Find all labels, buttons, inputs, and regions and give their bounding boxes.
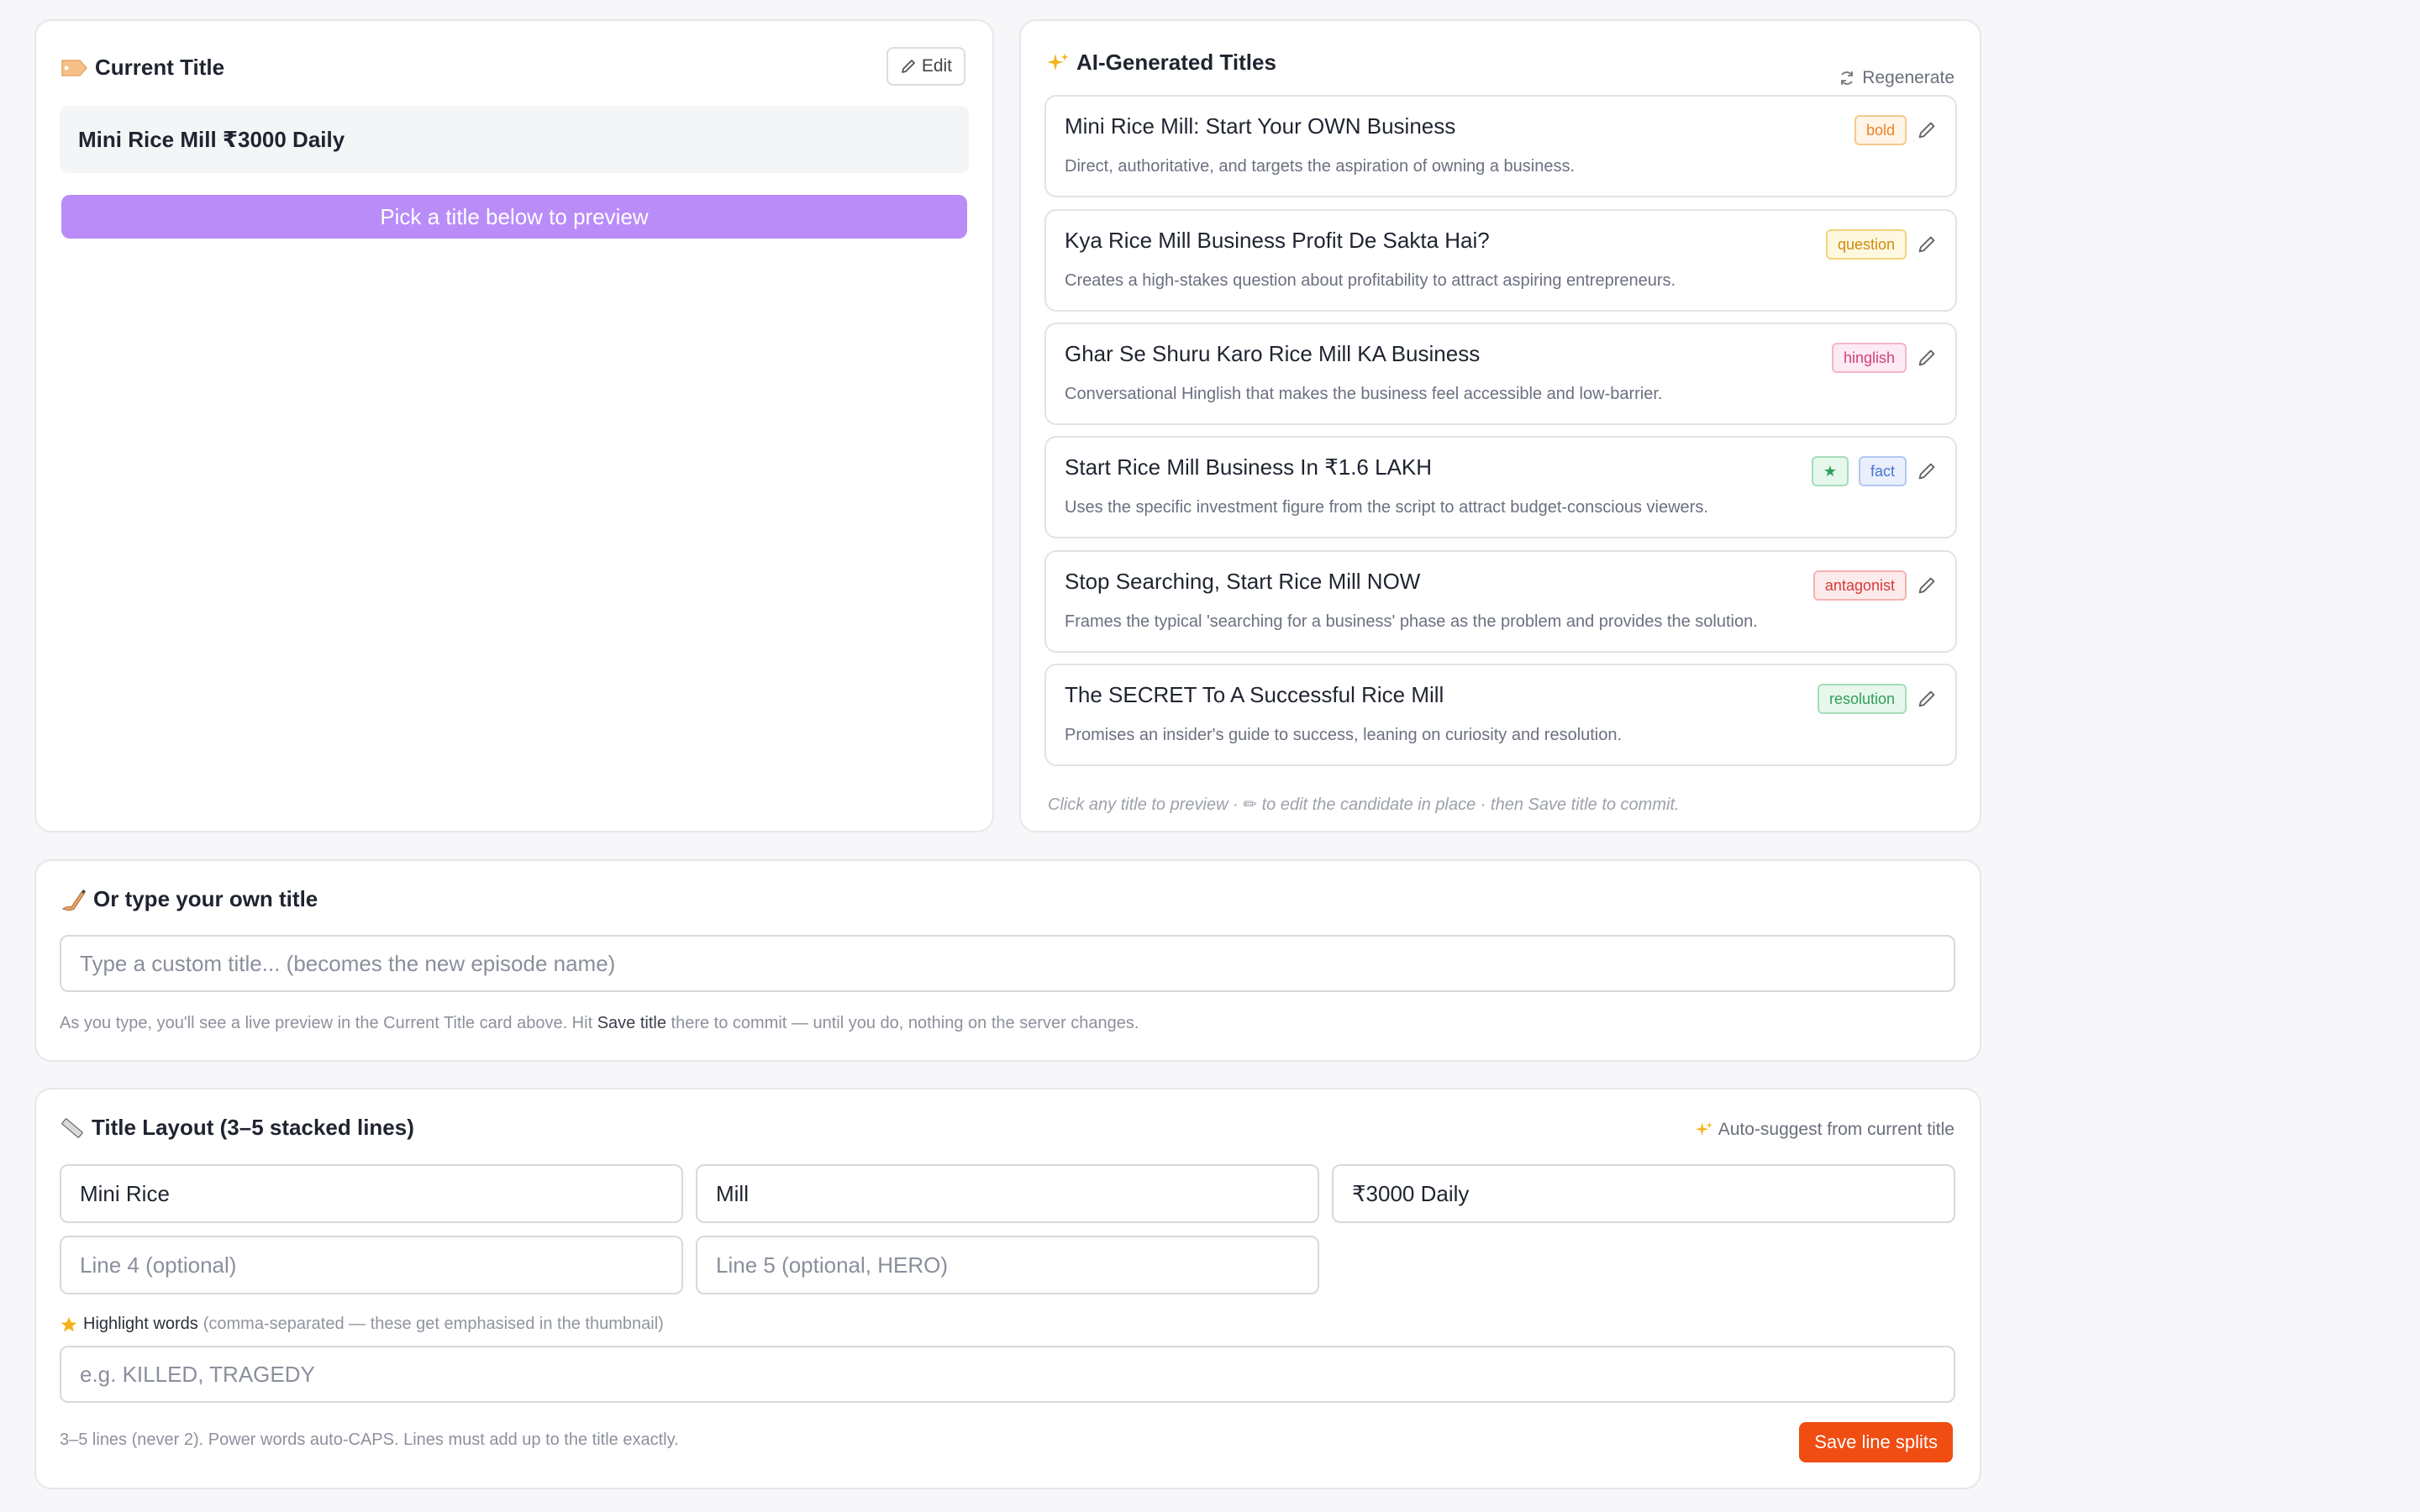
title-candidate[interactable]: Ghar Se Shuru Karo Rice Mill KA Business… bbox=[1044, 323, 1957, 425]
title-candidate[interactable]: Mini Rice Mill: Start Your OWN Business … bbox=[1044, 95, 1957, 197]
refresh-icon bbox=[1839, 70, 1855, 87]
pencil-icon[interactable] bbox=[1917, 120, 1937, 140]
current-title-card: Current Title Edit Mini Rice Mill ₹3000 … bbox=[34, 19, 994, 832]
candidate-title: Kya Rice Mill Business Profit De Sakta H… bbox=[1065, 228, 1490, 253]
title-candidate[interactable]: Stop Searching, Start Rice Mill NOW Fram… bbox=[1044, 550, 1957, 653]
tag-resolution: resolution bbox=[1817, 684, 1907, 714]
custom-title-label: Or type your own title bbox=[93, 886, 318, 911]
candidate-description: Conversational Hinglish that makes the b… bbox=[1065, 385, 1663, 403]
writing-hand-icon bbox=[60, 887, 87, 912]
tag-star: ★ bbox=[1811, 456, 1849, 486]
ai-titles-card: AI-Generated Titles Regenerate Mini Rice… bbox=[1019, 19, 1981, 832]
custom-title-heading: Or type your own title bbox=[60, 886, 318, 912]
pencil-icon[interactable] bbox=[1917, 348, 1937, 368]
current-title-heading: Current Title bbox=[60, 55, 224, 81]
candidate-description: Direct, authoritative, and targets the a… bbox=[1065, 157, 1576, 176]
title-candidate[interactable]: Start Rice Mill Business In ₹1.6 LAKH Us… bbox=[1044, 436, 1957, 538]
pencil-icon bbox=[900, 58, 917, 75]
tag-question: question bbox=[1825, 229, 1907, 260]
auto-suggest-label: Auto-suggest from current title bbox=[1718, 1120, 1954, 1139]
title-layout-heading: Title Layout (3–5 stacked lines) bbox=[60, 1115, 414, 1141]
tag-bold: bold bbox=[1854, 115, 1907, 145]
candidate-title: Start Rice Mill Business In ₹1.6 LAKH bbox=[1065, 454, 1433, 480]
highlight-words-input[interactable] bbox=[60, 1346, 1955, 1403]
title-candidate[interactable]: The SECRET To A Successful Rice Mill Pro… bbox=[1044, 664, 1957, 766]
auto-suggest-button[interactable]: Auto-suggest from current title bbox=[1695, 1120, 1954, 1140]
note-text: there to commit — until you do, nothing … bbox=[666, 1014, 1139, 1032]
candidate-description: Creates a high-stakes question about pro… bbox=[1065, 271, 1676, 290]
line-1-input[interactable] bbox=[60, 1164, 683, 1223]
note-text: As you type, you'll see a live preview i… bbox=[60, 1014, 597, 1032]
star-icon bbox=[60, 1315, 78, 1334]
highlight-title: Highlight words bbox=[83, 1315, 198, 1333]
title-layout-card: Title Layout (3–5 stacked lines) Auto-su… bbox=[34, 1088, 1981, 1489]
candidate-title: Stop Searching, Start Rice Mill NOW bbox=[1065, 569, 1421, 594]
layout-footer-note: 3–5 lines (never 2). Power words auto-CA… bbox=[60, 1431, 679, 1449]
candidate-title: The SECRET To A Successful Rice Mill bbox=[1065, 682, 1444, 707]
tag-icon bbox=[60, 59, 88, 77]
note-emphasis: Save title bbox=[597, 1014, 666, 1032]
highlight-subtitle: (comma-separated — these get emphasised … bbox=[203, 1315, 664, 1333]
line-4-input[interactable] bbox=[60, 1236, 683, 1294]
edit-button-label: Edit bbox=[921, 56, 952, 76]
pencil-icon[interactable] bbox=[1917, 234, 1937, 255]
candidate-title: Mini Rice Mill: Start Your OWN Business bbox=[1065, 113, 1456, 139]
candidate-title: Ghar Se Shuru Karo Rice Mill KA Business bbox=[1065, 341, 1481, 366]
current-title-label: Current Title bbox=[95, 55, 225, 80]
preview-hint-bar: Pick a title below to preview bbox=[61, 195, 967, 239]
candidate-description: Frames the typical 'searching for a busi… bbox=[1065, 612, 1758, 631]
regenerate-label: Regenerate bbox=[1862, 68, 1954, 87]
line-3-input[interactable] bbox=[1332, 1164, 1955, 1223]
candidate-description: Promises an insider's guide to success, … bbox=[1065, 726, 1623, 744]
custom-title-card: Or type your own title As you type, you'… bbox=[34, 859, 1981, 1062]
edit-button[interactable]: Edit bbox=[886, 47, 965, 86]
ai-titles-label: AI-Generated Titles bbox=[1076, 50, 1276, 75]
tag-hinglish: hinglish bbox=[1831, 343, 1907, 373]
tag-antagonist: antagonist bbox=[1812, 570, 1907, 601]
pencil-icon[interactable] bbox=[1917, 575, 1937, 596]
line-5-input[interactable] bbox=[696, 1236, 1319, 1294]
sparkles-icon bbox=[1695, 1121, 1713, 1139]
tag-fact: fact bbox=[1858, 456, 1907, 486]
line-2-input[interactable] bbox=[696, 1164, 1319, 1223]
highlight-words-label: Highlight words (comma-separated — these… bbox=[60, 1315, 664, 1334]
custom-title-input[interactable] bbox=[60, 935, 1955, 992]
title-layout-label: Title Layout (3–5 stacked lines) bbox=[92, 1115, 414, 1140]
sparkles-icon bbox=[1046, 51, 1070, 75]
custom-title-note: As you type, you'll see a live preview i… bbox=[60, 1014, 1139, 1033]
current-title-value: Mini Rice Mill ₹3000 Daily bbox=[60, 106, 969, 173]
candidate-description: Uses the specific investment figure from… bbox=[1065, 498, 1708, 517]
ai-titles-heading: AI-Generated Titles bbox=[1046, 50, 1276, 76]
save-line-splits-button[interactable]: Save line splits bbox=[1799, 1422, 1953, 1462]
title-candidate[interactable]: Kya Rice Mill Business Profit De Sakta H… bbox=[1044, 209, 1957, 312]
pencil-icon[interactable] bbox=[1917, 689, 1937, 709]
ruler-icon bbox=[60, 1116, 85, 1141]
pencil-icon[interactable] bbox=[1917, 461, 1937, 481]
regenerate-button[interactable]: Regenerate bbox=[1839, 68, 1954, 88]
candidates-hint: Click any title to preview · ✏ to edit t… bbox=[1048, 795, 1680, 814]
